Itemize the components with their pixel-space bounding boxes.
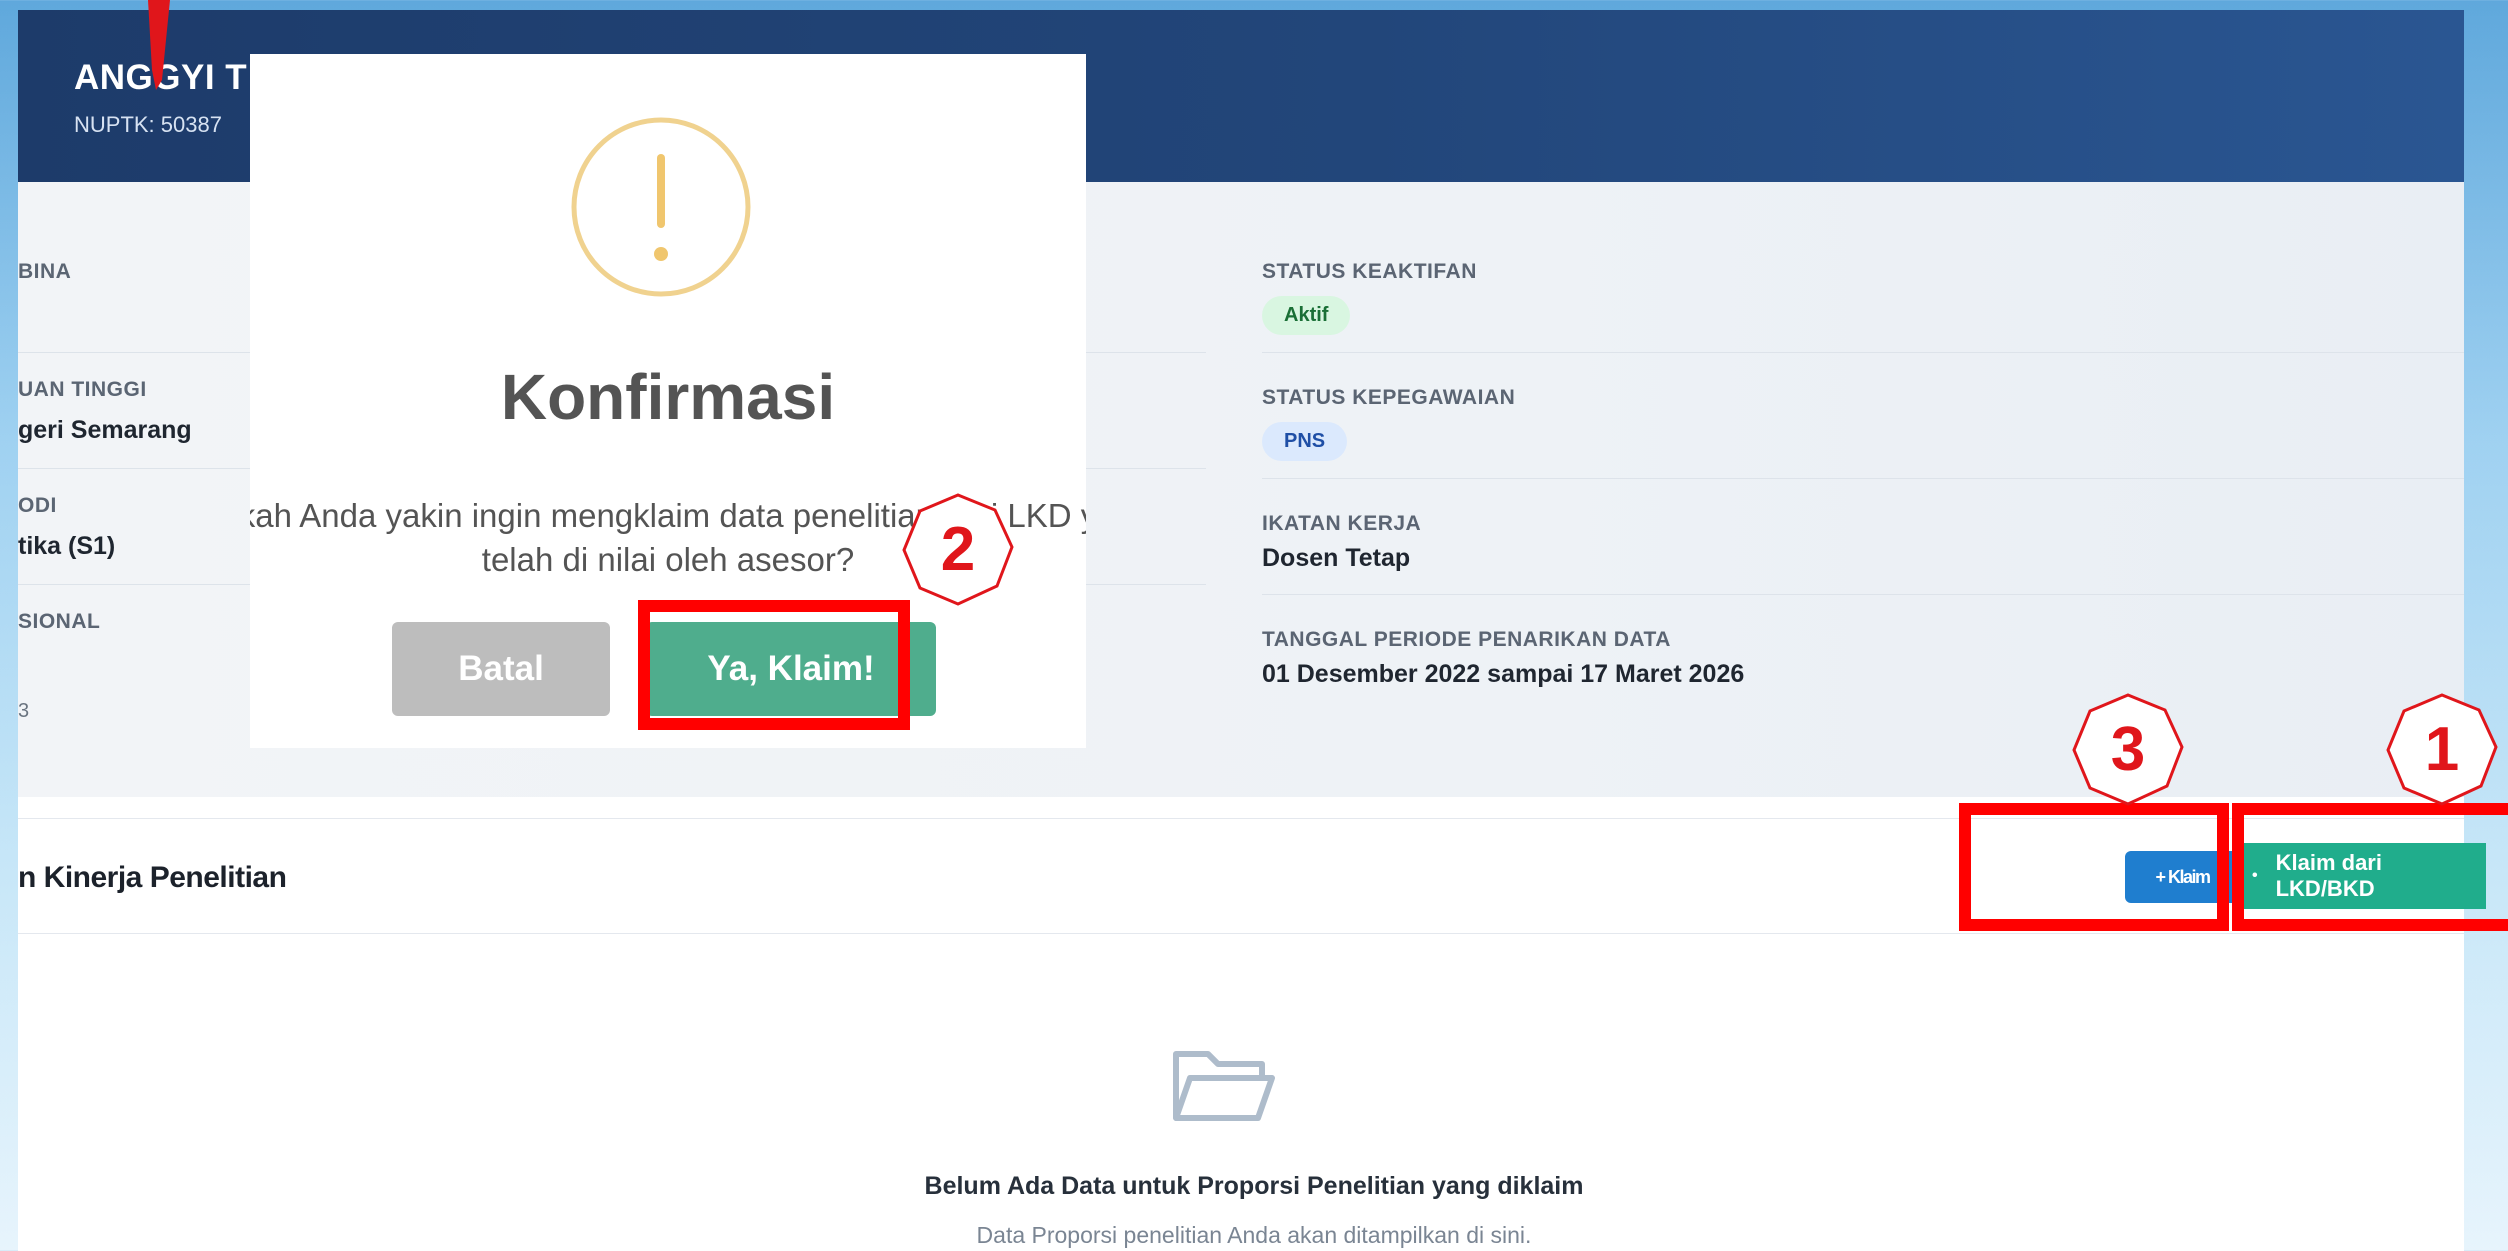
section-title: n Kinerja Penelitian xyxy=(18,861,287,894)
field-label-status-kepegawaian: STATUS KEPEGAWAIAN xyxy=(1262,386,1516,409)
profile-nuptk: NUPTK: 50387 xyxy=(74,112,222,137)
annotation-box-3 xyxy=(1959,803,2229,931)
annotation-box-1 xyxy=(2232,803,2508,931)
field-value-perguruan-tinggi: geri Semarang xyxy=(18,416,192,444)
cancel-button[interactable]: Batal xyxy=(392,622,610,716)
step-3-label: 3 xyxy=(2110,715,2146,784)
empty-state-subtitle: Data Proporsi penelitian Anda akan ditam… xyxy=(976,1222,1532,1248)
field-label-prodi: ODI xyxy=(18,494,57,517)
dialog-title: Konfirmasi xyxy=(500,361,836,433)
field-label-status-keaktifan: STATUS KEAKTIFAN xyxy=(1262,260,1477,283)
pointer-arrow-icon xyxy=(148,0,170,90)
field-value-ikatan-kerja: Dosen Tetap xyxy=(1262,544,1411,572)
divider xyxy=(1262,594,2464,595)
field-value-jabatan-fungsional: 3 xyxy=(18,700,30,722)
status-badge-aktif: Aktif xyxy=(1262,296,1351,335)
field-label-periode: TANGGAL PERIODE PENARIKAN DATA xyxy=(1262,628,1671,651)
field-label-ikatan-kerja: IKATAN KERJA xyxy=(1262,512,1422,535)
folder-open-icon xyxy=(1173,1051,1275,1121)
field-label-perguruan-tinggi: UAN TINGGI xyxy=(18,378,147,401)
divider xyxy=(1262,478,2464,479)
step-1-label: 1 xyxy=(2424,715,2460,784)
field-value-periode: 01 Desember 2022 sampai 17 Maret 2026 xyxy=(1262,660,1745,688)
empty-state-title: Belum Ada Data untuk Proporsi Penelitian… xyxy=(924,1172,1584,1200)
annotation-box-2 xyxy=(638,600,910,730)
field-value-prodi: tika (S1) xyxy=(18,532,116,560)
warning-icon xyxy=(571,117,751,297)
step-2-label: 2 xyxy=(940,515,976,584)
divider xyxy=(1262,352,2464,353)
field-label-jabatan-fungsional: SIONAL xyxy=(18,610,101,633)
field-label-bina: BINA xyxy=(18,260,72,283)
status-badge-pns: PNS xyxy=(1262,422,1348,461)
